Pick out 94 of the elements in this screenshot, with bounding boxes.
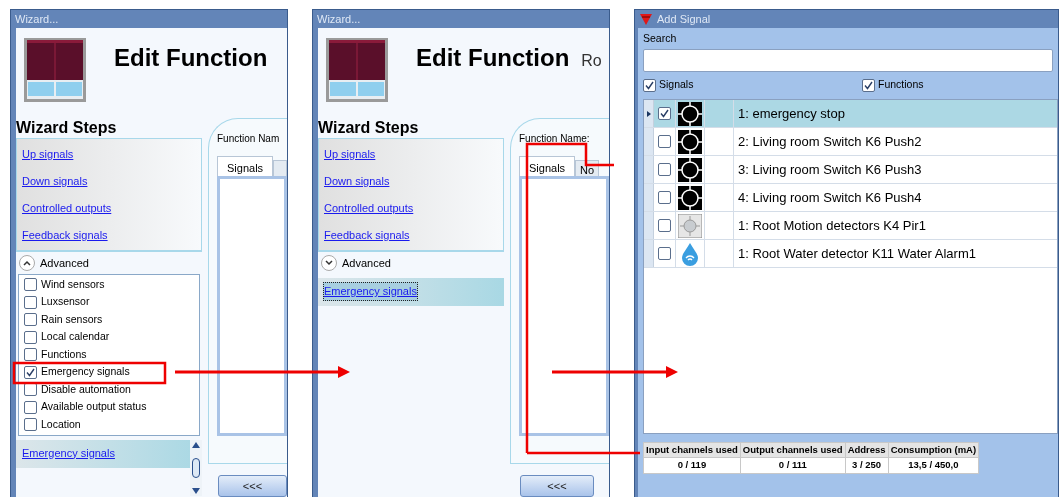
scroll-down-icon[interactable]	[192, 487, 200, 494]
checkbox[interactable]	[658, 219, 671, 232]
scrollbar[interactable]	[190, 439, 202, 496]
field-label: Function Name:	[519, 132, 590, 146]
checkbox[interactable]	[658, 107, 671, 120]
step-link[interactable]: Feedback signals	[324, 226, 410, 244]
water-drop-icon	[681, 241, 699, 266]
grid-row[interactable]: 1: Root Water detector K11 Water Alarm1	[644, 240, 1057, 268]
window-title: Add Signal	[657, 11, 711, 27]
row-header[interactable]	[644, 100, 654, 127]
push-button-icon	[678, 157, 702, 182]
checkbox[interactable]	[24, 330, 37, 344]
grid-row[interactable]: 1: Root Motion detectors K4 Pir1	[644, 212, 1057, 240]
scroll-up-icon[interactable]	[192, 441, 200, 448]
option-label: Emergency signals	[41, 364, 130, 380]
section-heading: Wizard Steps	[16, 118, 118, 138]
advanced-label: Advanced	[342, 255, 391, 271]
column-header: Output channels used	[740, 443, 845, 458]
signal-name: 3: Living room Switch K6 Push3	[738, 160, 922, 179]
checkbox[interactable]	[24, 418, 37, 432]
motion-sensor-icon	[678, 213, 702, 238]
option-label: Local calendar	[41, 329, 110, 345]
signal-name: 1: emergency stop	[738, 104, 845, 123]
back-button[interactable]: <<<	[218, 475, 287, 497]
step-link[interactable]: Controlled outputs	[22, 199, 112, 217]
checkbox[interactable]	[24, 365, 37, 379]
window-blind-icon	[326, 38, 388, 102]
column-header: Consumption (mA)	[888, 443, 979, 458]
expand-button[interactable]	[321, 255, 337, 271]
filter-label: Signals	[659, 77, 694, 93]
step-link[interactable]: Down signals	[324, 172, 390, 190]
checkbox[interactable]	[862, 78, 875, 92]
signal-name: 2: Living room Switch K6 Push2	[738, 132, 922, 151]
back-button[interactable]: <<<	[520, 475, 594, 497]
search-field[interactable]	[643, 49, 1053, 72]
filter-label: Functions	[878, 77, 924, 93]
option-label: Wind sensors	[41, 276, 105, 292]
checkbox[interactable]	[658, 135, 671, 148]
checkbox[interactable]	[658, 191, 671, 204]
push-button-icon	[678, 129, 702, 154]
chevron-down-icon	[325, 260, 333, 266]
field-label: Search	[643, 31, 678, 45]
option-label: Functions	[41, 346, 87, 362]
row-pointer-icon	[646, 110, 651, 117]
signal-name: 1: Root Water detector K11 Water Alarm1	[738, 244, 976, 263]
grid-row[interactable]: 1: emergency stop	[644, 100, 1057, 128]
function-label: Ro	[581, 51, 602, 71]
page-heading: Edit Function	[114, 43, 268, 73]
tab[interactable]: No	[575, 160, 600, 176]
checkbox[interactable]	[24, 348, 37, 362]
checkbox[interactable]	[24, 400, 37, 414]
option-label: Rain sensors	[41, 311, 103, 327]
page-heading: Edit Function	[416, 43, 570, 73]
option-label: Luxsensor	[41, 294, 90, 310]
chevron-up-icon	[23, 260, 31, 266]
signal-name: 4: Living room Switch K6 Push4	[738, 188, 922, 207]
checkbox[interactable]	[24, 313, 37, 327]
option-label: Location	[41, 416, 81, 432]
table-cell: 13,5 / 450,0	[888, 458, 979, 473]
window-title: Wizard...	[15, 11, 59, 27]
collapse-button[interactable]	[19, 255, 35, 271]
checkbox[interactable]	[658, 247, 671, 260]
grid-row[interactable]: 4: Living room Switch K6 Push4	[644, 184, 1057, 212]
checkbox[interactable]	[24, 278, 37, 292]
option-label: Disable automation	[41, 381, 131, 397]
tab[interactable]: Signals	[519, 156, 576, 176]
column-header: Input channels used	[644, 443, 740, 458]
grid-row[interactable]: 3: Living room Switch K6 Push3	[644, 156, 1057, 184]
table-cell: 3 / 250	[845, 458, 888, 473]
field-label: Function Nam	[217, 132, 280, 146]
checkbox[interactable]	[643, 78, 656, 92]
grid-row[interactable]: 2: Living room Switch K6 Push2	[644, 128, 1057, 156]
table-cell: 0 / 119	[644, 458, 740, 473]
signal-name: 1: Root Motion detectors K4 Pir1	[738, 216, 926, 235]
scroll-thumb[interactable]	[192, 457, 200, 478]
section-heading: Wizard Steps	[318, 118, 420, 138]
step-link[interactable]: Controlled outputs	[324, 199, 414, 217]
step-link[interactable]: Down signals	[22, 172, 88, 190]
checkbox[interactable]	[24, 295, 37, 309]
step-link[interactable]: Emergency signals	[323, 282, 418, 301]
option-label: Available output status	[41, 399, 147, 415]
window-blind-icon	[24, 38, 86, 102]
app-logo-icon	[640, 13, 652, 25]
step-link[interactable]: Up signals	[22, 145, 74, 163]
push-button-icon	[678, 101, 702, 126]
step-link[interactable]: Up signals	[324, 145, 376, 163]
tab[interactable]: Signals	[217, 156, 274, 176]
advanced-label: Advanced	[40, 255, 89, 271]
column-header: Address	[845, 443, 888, 458]
table-cell: 0 / 111	[740, 458, 845, 473]
step-link[interactable]: Feedback signals	[22, 226, 108, 244]
window-title: Wizard...	[317, 11, 361, 27]
checkbox[interactable]	[658, 163, 671, 176]
push-button-icon	[678, 185, 702, 210]
